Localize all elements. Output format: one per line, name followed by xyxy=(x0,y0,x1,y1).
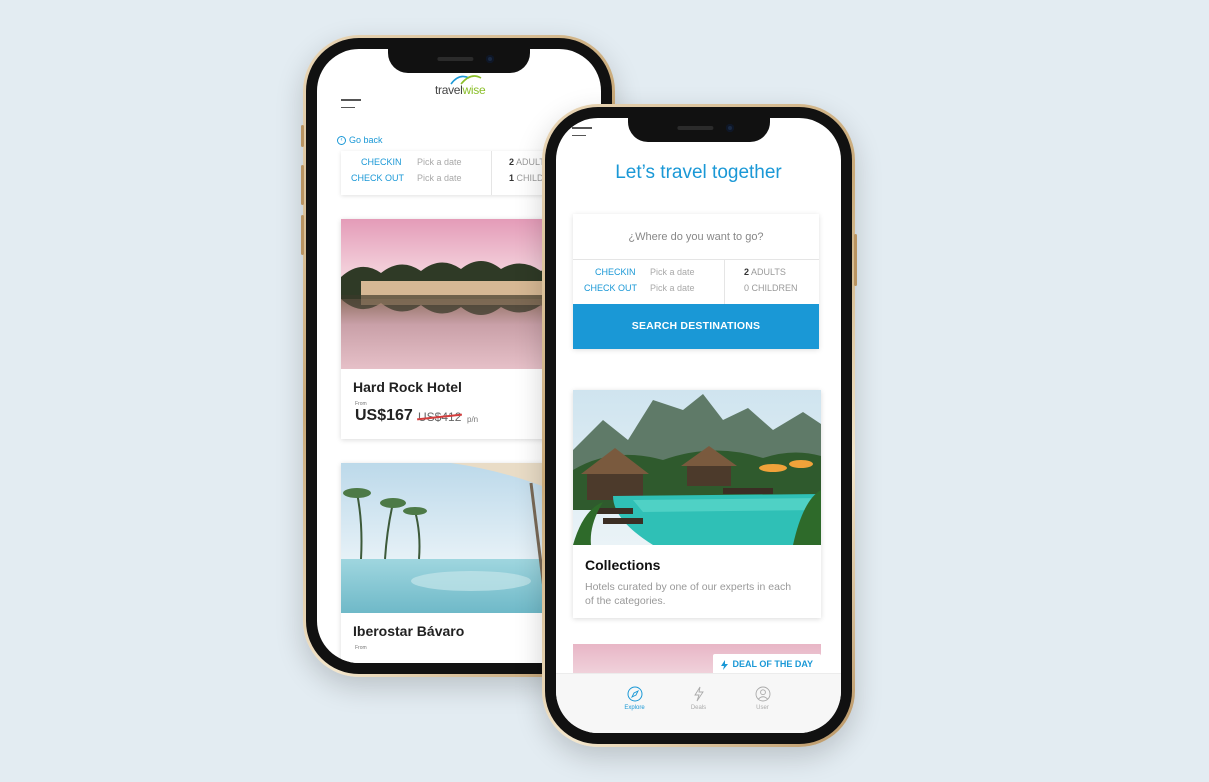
adults-count: 2 xyxy=(744,267,750,277)
checkin-date-field[interactable]: Pick a date xyxy=(650,267,695,277)
logo-text-travel: travel xyxy=(435,83,463,97)
children-label: CHILD xyxy=(516,173,544,183)
hotel-price: US$167 xyxy=(355,407,413,424)
deal-of-the-day-badge: DEAL OF THE DAY xyxy=(713,654,821,675)
mute-switch xyxy=(301,125,304,147)
collections-description: Hotels curated by one of our experts in … xyxy=(585,581,792,607)
collections-card[interactable]: Collections Hotels curated by one of our… xyxy=(573,390,821,618)
children-count: 1 xyxy=(509,173,515,183)
destination-search-input[interactable]: ¿Where do you want to go? xyxy=(573,214,819,260)
user-icon xyxy=(755,686,770,702)
adults-selector[interactable]: 2 ADULTS xyxy=(744,267,786,277)
lightning-icon xyxy=(721,659,729,670)
checkin-label: CHECKIN xyxy=(361,157,402,167)
logo-swoosh-icon xyxy=(450,75,482,85)
adults-label: ADULT xyxy=(516,157,545,167)
checkin-date-field[interactable]: Pick a date xyxy=(417,157,462,167)
bottom-tab-bar: Explore Deals User xyxy=(556,673,841,733)
checkin-label: CHECKIN xyxy=(595,267,636,277)
hotel-name: Iberostar Bávaro xyxy=(353,623,465,639)
tab-user-label: User xyxy=(756,705,769,711)
hamburger-menu-icon[interactable] xyxy=(572,127,592,136)
hotel-name: Hard Rock Hotel xyxy=(353,379,462,395)
go-back-link[interactable]: ‹ Go back xyxy=(337,135,383,145)
compass-icon xyxy=(627,686,642,702)
go-back-label: Go back xyxy=(349,135,383,145)
adults-selector[interactable]: 2 ADULT xyxy=(509,157,545,167)
back-arrow-icon: ‹ xyxy=(337,135,346,145)
checkout-label: CHECK OUT xyxy=(584,283,638,293)
tab-explore-label: Explore xyxy=(624,705,645,711)
collections-photo-resort xyxy=(573,390,821,545)
tab-explore[interactable]: Explore xyxy=(622,686,648,733)
front-phone-frame: Let’s travel together ¿Where do you want… xyxy=(542,104,857,747)
checkout-date-field[interactable]: Pick a date xyxy=(650,283,695,293)
deal-badge-label: DEAL OF THE DAY xyxy=(732,659,813,669)
page-title: Let’s travel together xyxy=(615,162,782,183)
search-panel: ¿Where do you want to go? CHECKIN CHECK … xyxy=(573,214,819,349)
travelwise-logo: travelwise xyxy=(435,75,486,97)
adults-label: ADULTS xyxy=(751,267,786,277)
collections-title: Collections xyxy=(585,557,661,573)
children-selector[interactable]: 0 CHILDREN xyxy=(744,283,798,293)
hotel-old-price: US$412 xyxy=(418,410,462,424)
hamburger-menu-icon[interactable] xyxy=(341,99,361,108)
search-destinations-button[interactable]: SEARCH DESTINATIONS xyxy=(573,304,819,349)
power-button xyxy=(854,234,857,286)
tab-deals[interactable]: Deals xyxy=(686,686,712,733)
checkout-date-field[interactable]: Pick a date xyxy=(417,173,462,183)
lightning-icon xyxy=(693,686,704,702)
volume-down-button xyxy=(301,215,304,255)
per-night-label: p/n xyxy=(467,415,479,424)
front-phone-screen: Let’s travel together ¿Where do you want… xyxy=(556,118,841,733)
checkout-label: CHECK OUT xyxy=(351,173,405,183)
children-label: CHILDREN xyxy=(751,283,798,293)
volume-up-button xyxy=(301,165,304,205)
notch xyxy=(388,49,530,73)
children-selector[interactable]: 1 CHILD xyxy=(509,173,544,183)
tab-deals-label: Deals xyxy=(690,705,707,711)
notch xyxy=(627,118,770,142)
adults-count: 2 xyxy=(509,157,515,167)
logo-text-wise: wise xyxy=(462,83,486,97)
tab-user[interactable]: User xyxy=(750,686,776,733)
price-from-label: From xyxy=(355,645,367,651)
children-count: 0 xyxy=(744,283,750,293)
